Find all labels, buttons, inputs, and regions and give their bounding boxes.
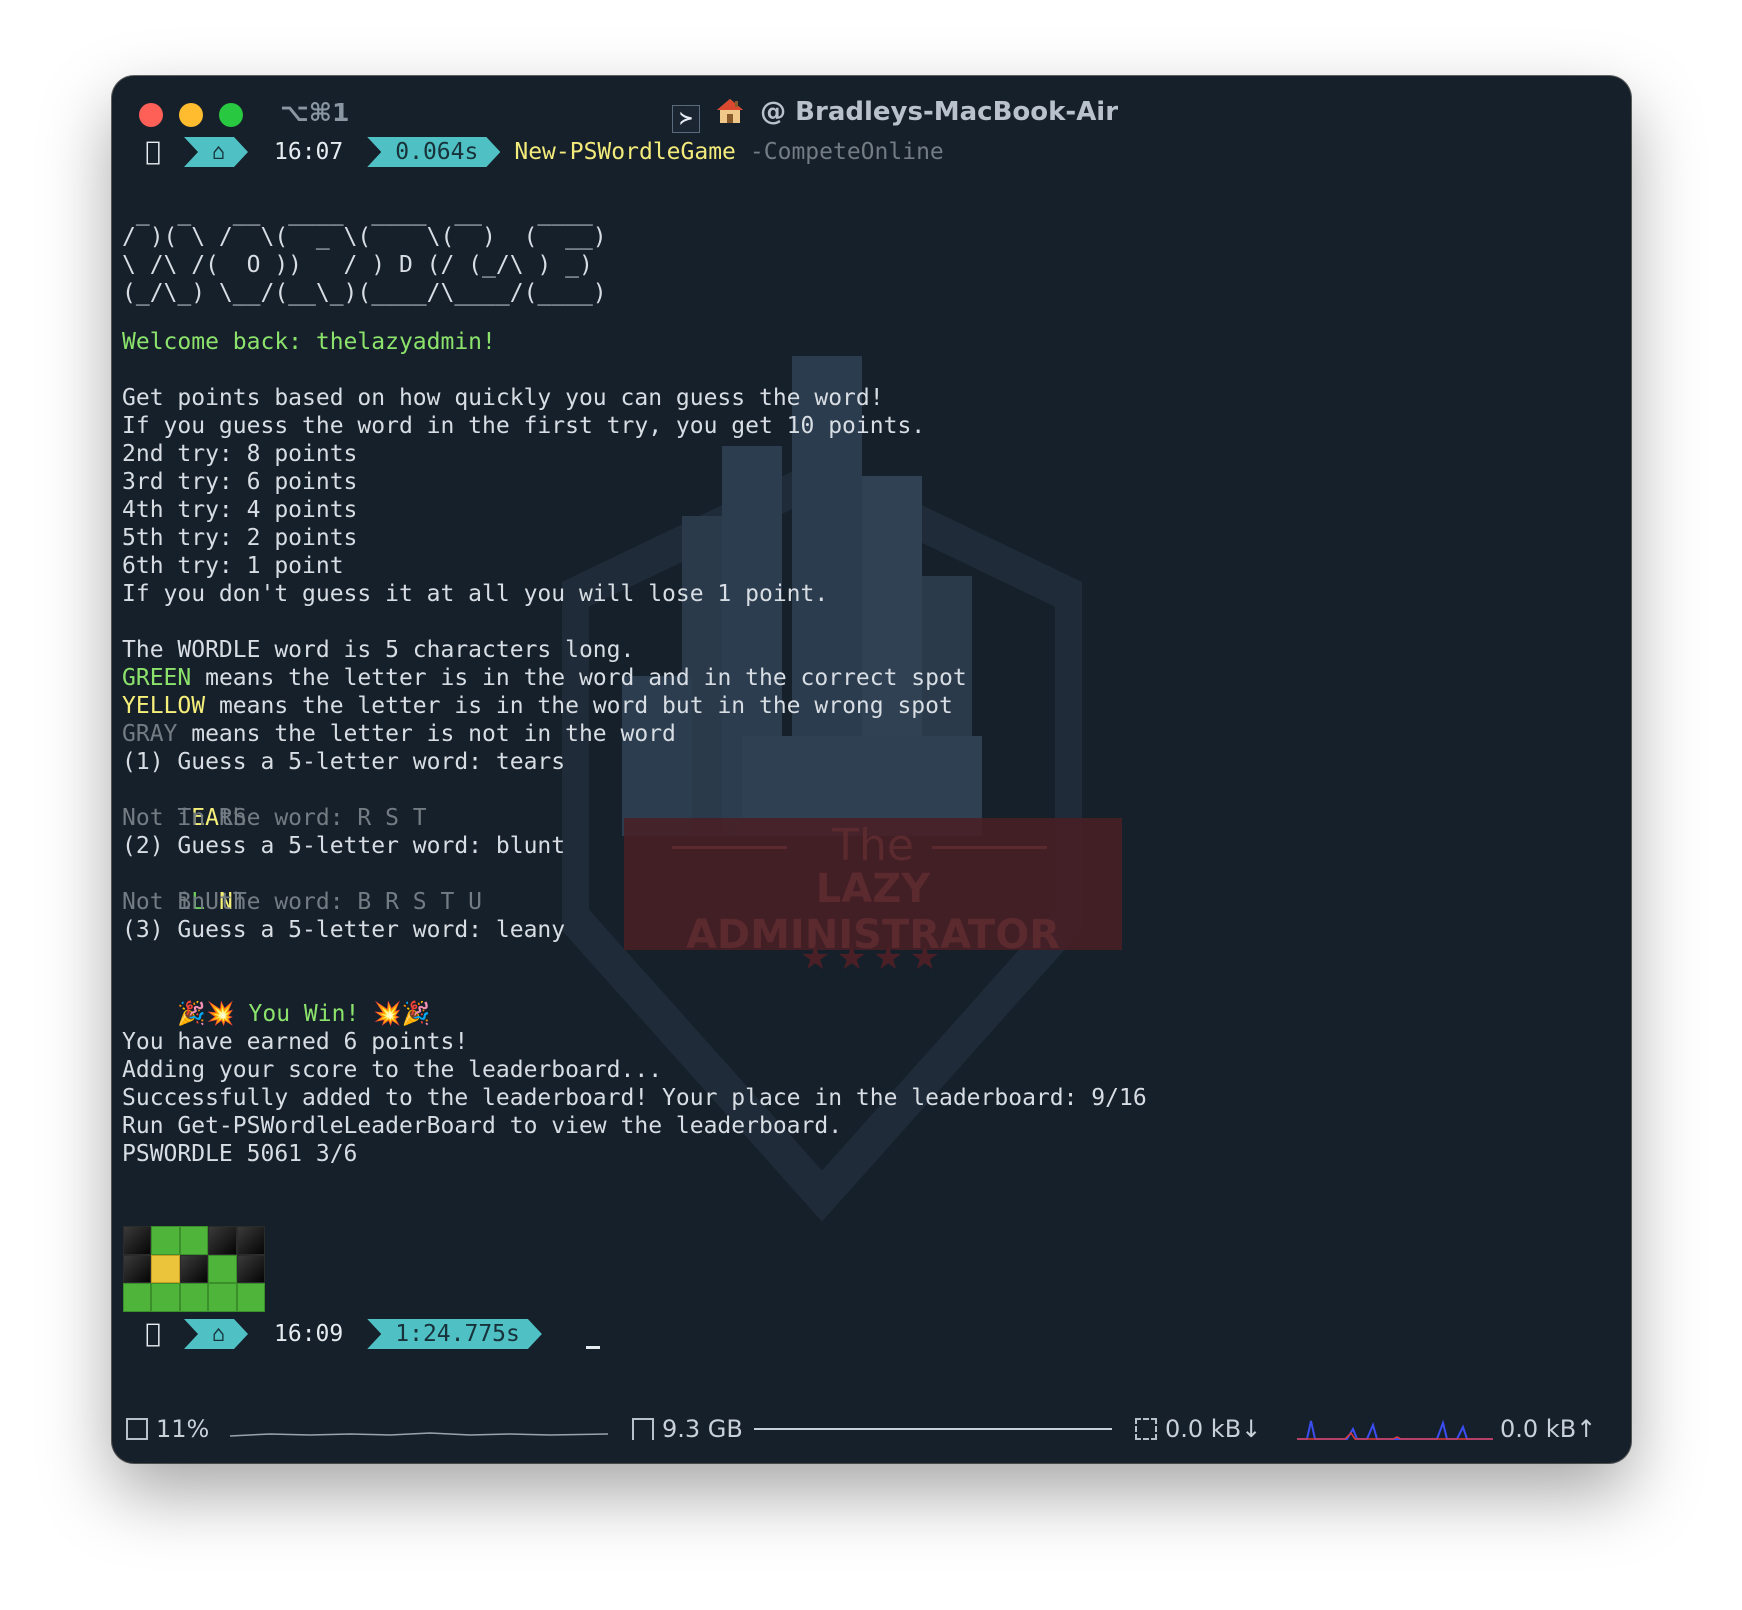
rules-line: 6th try: 1 point [122,553,344,579]
prompt-time: 16:09 [274,1321,344,1347]
grid-cell-black [179,1254,209,1284]
apple-icon:  [122,137,184,167]
rules-line: 4th try: 4 points [122,497,358,523]
grid-cell-yellow [151,1254,180,1284]
grid-cell-black [236,1226,265,1255]
cpu-graph [230,1432,608,1437]
zoom-button[interactable] [219,103,243,127]
legend-length: The WORDLE word is 5 characters long. [122,637,635,663]
prompt-time: 16:07 [274,139,344,165]
guess-prompt: (3) Guess a 5-letter word: leany [122,917,566,943]
home-segment: ⌂ [184,137,248,167]
status-bar: 11% 9.3 GB 0.0 kB↓ 0.0 kB↑ [112,1393,1631,1463]
guess-prompt: (2) Guess a 5-letter word: blunt [122,833,566,859]
result-line: You have earned 6 points! [122,1029,469,1055]
network-icon [1135,1418,1157,1440]
cpu-stat: 11% [126,1415,209,1443]
tab-shortcut: ⌥⌘1 [280,98,350,127]
result-line: Run Get-PSWordleLeaderBoard to view the … [122,1113,843,1139]
network-down-value: 0.0 kB↓ [1165,1415,1262,1443]
apple-icon:  [122,1319,184,1349]
grid-cell-black [208,1226,237,1255]
party-icon: 💥🎉 [373,1001,431,1027]
result-line: Adding your score to the leaderboard... [122,1057,663,1083]
close-button[interactable] [139,103,163,127]
window-title-host: @ Bradleys-MacBook-Air [760,97,1119,127]
grid-cell-green [208,1254,237,1284]
command-line: New-PSWordleGame -CompeteOnline [500,137,943,167]
grid-cell-green [151,1283,180,1312]
rules-line: If you guess the word in the first try, … [122,413,926,439]
house-icon [717,99,744,123]
cpu-icon [126,1418,148,1440]
rules-line: Get points based on how quickly you can … [122,385,884,411]
wordle-share-grid [123,1226,265,1312]
legend-green: GREEN means the letter is in the word an… [122,664,967,692]
grid-cell-green [236,1283,265,1312]
ascii-art-line: / )( \ / \( _ \( \( ) ( __) [122,224,607,250]
result-line: Successfully added to the leaderboard! Y… [122,1085,1147,1111]
window-title: ≻ @ Bradleys-MacBook-Air [672,96,1118,133]
watermark-stars: ★★★★ [800,938,946,978]
grid-cell-green [179,1283,209,1312]
prompt-duration: 0.064s [367,137,500,167]
network-up-value: 0.0 kB↑ [1500,1415,1597,1443]
not-in-word: Not in the word: R S T [122,805,427,831]
network-down-stat: 0.0 kB↓ [1135,1415,1261,1443]
powershell-icon: ≻ [672,105,700,133]
grid-cell-green [208,1283,237,1312]
command-name: New-PSWordleGame [514,139,736,165]
grid-cell-black [123,1226,152,1255]
legend-green-word: GREEN [122,665,192,691]
not-in-word: Not in the word: B R S T U [122,889,483,915]
legend-yellow-text: means the letter is in the word but in t… [205,693,953,719]
legend-yellow: YELLOW means the letter is in the word b… [122,692,953,720]
ascii-art-line: (_/\_) \__/(__\_)(____/\____/(____) [122,280,607,306]
party-icon: 🎉💥 [177,1001,235,1027]
rules-line: 2nd try: 8 points [122,441,358,467]
grid-cell-black [236,1254,265,1284]
legend-gray-word: GRAY [122,721,178,747]
prompt-bar-1:  ⌂ 16:07 0.064s New-PSWordleGame -Compe… [122,136,944,168]
terminal-cursor[interactable] [586,1346,600,1349]
ascii-art-line: \ /\ /( O )) / ) D (/ (_/\ ) _) [122,252,607,278]
grid-cell-green [123,1283,152,1312]
network-graph [1297,1419,1493,1440]
win-text: You Win! [234,1001,374,1027]
home-icon: ⌂ [212,139,226,165]
grid-cell-black [123,1254,152,1284]
home-segment: ⌂ [184,1319,248,1349]
network-up-stat: 0.0 kB↑ [1500,1415,1596,1443]
memory-graph [754,1428,1112,1430]
memory-value: 9.3 GB [662,1415,743,1443]
home-icon: ⌂ [212,1321,226,1347]
memory-icon [632,1418,654,1440]
rules-line: If you don't guess it at all you will lo… [122,581,829,607]
legend-yellow-word: YELLOW [122,693,206,719]
legend-gray-text: means the letter is not in the word [177,721,676,747]
cpu-value: 11% [156,1415,210,1443]
prompt-bar-2:  ⌂ 16:09 1:24.775s [122,1318,542,1350]
rules-line: 5th try: 2 points [122,525,358,551]
command-arg: -CompeteOnline [749,139,944,165]
rules-line: 3rd try: 6 points [122,469,358,495]
grid-cell-green [179,1226,209,1255]
welcome-message: Welcome back: thelazyadmin! [122,329,496,355]
legend-green-text: means the letter is in the word and in t… [191,665,967,691]
terminal-window: The LAZY ADMINISTRATOR ★★★★ ⌥⌘1 ≻ @ Brad… [112,76,1631,1463]
grid-cell-green [151,1226,180,1255]
memory-stat: 9.3 GB [632,1415,743,1443]
result-line: PSWORDLE 5061 3/6 [122,1141,358,1167]
watermark-the: The [832,820,914,871]
guess-prompt: (1) Guess a 5-letter word: tears [122,749,566,775]
prompt-duration: 1:24.775s [367,1319,542,1349]
legend-gray: GRAY means the letter is not in the word [122,720,676,748]
minimize-button[interactable] [179,103,203,127]
